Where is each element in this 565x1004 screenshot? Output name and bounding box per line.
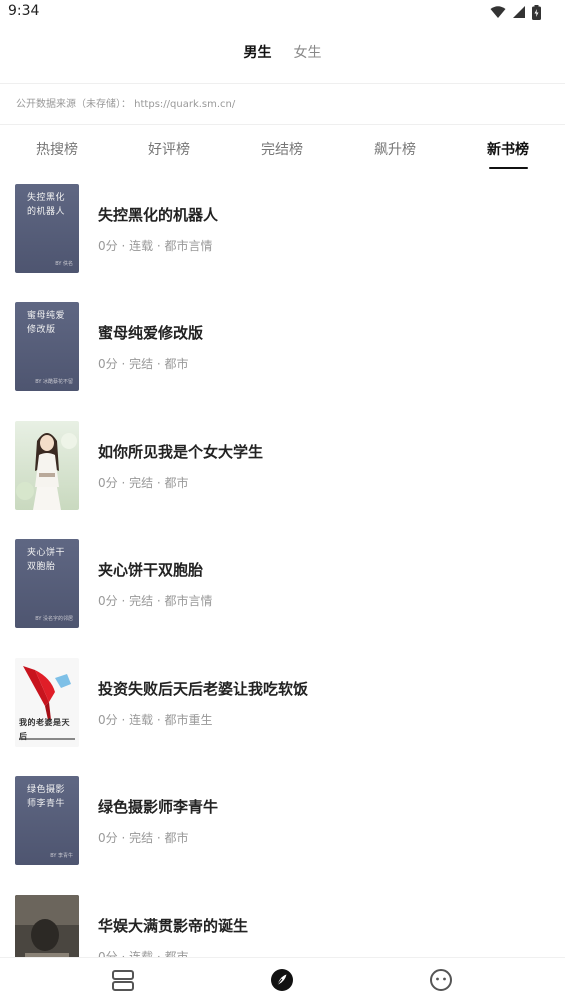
book-meta: 0分 · 完结 · 都市: [98, 831, 189, 845]
data-source-note: 公开数据来源（未存储）： https://quark.sm.cn/: [16, 99, 236, 110]
book-title: 绿色摄影师李青牛: [98, 798, 219, 816]
book-meta: 0分 · 完结 · 都市: [98, 357, 189, 371]
book-meta: 0分 · 连载 · 都市重生: [98, 713, 213, 727]
nav-profile[interactable]: [427, 966, 455, 994]
book-cover: 蜜母纯爱修改版 BY 冰酷蔡花不留: [15, 302, 79, 391]
bookshelf-icon: [112, 970, 134, 991]
status-bar: 9:34: [0, 0, 565, 24]
rank-tabs: 热搜榜 好评榜 完结榜 飙升榜 新书榜: [0, 127, 565, 172]
profile-face-icon: [430, 969, 452, 991]
book-item[interactable]: 蜜母纯爱修改版 BY 冰酷蔡花不留 蜜母纯爱修改版 0分 · 完结 · 都市: [0, 294, 565, 412]
tab-completed[interactable]: 完结榜: [261, 139, 303, 159]
book-cover: 夹心饼干双胞胎 BY 没名字的邻居: [15, 539, 79, 628]
tab-female[interactable]: 女生: [294, 38, 322, 68]
status-icons: [490, 4, 541, 20]
bottom-nav: [0, 957, 565, 1004]
cover-title: 我的老婆是天后: [19, 718, 70, 741]
cover-title: 绿色摄影师李青牛: [27, 785, 66, 809]
nav-discover[interactable]: [268, 966, 296, 994]
book-cover-illustration: 我的老婆是天后: [15, 658, 79, 747]
book-title: 蜜母纯爱修改版: [98, 324, 204, 342]
book-item[interactable]: 夹心饼干双胞胎 BY 没名字的邻居 夹心饼干双胞胎 0分 · 完结 · 都市言情: [0, 531, 565, 649]
book-cover: 失控黑化的机器人 BY 佚名: [15, 184, 79, 273]
gender-tabs: 男生 女生: [0, 38, 565, 68]
cover-author: BY 佚名: [55, 261, 73, 267]
cover-author: BY 冰酷蔡花不留: [35, 379, 73, 385]
cover-author: BY 没名字的邻居: [35, 616, 73, 622]
tab-hot-search[interactable]: 热搜榜: [36, 139, 78, 159]
book-cover-illustration: [15, 421, 79, 510]
cover-title: 蜜母纯爱修改版: [27, 311, 66, 335]
book-title: 投资失败后天后老婆让我吃软饭: [98, 680, 309, 698]
nav-bookshelf[interactable]: [109, 966, 137, 994]
tab-male[interactable]: 男生: [244, 38, 272, 68]
dark-scene-icon: [15, 895, 79, 957]
book-item[interactable]: 失控黑化的机器人 BY 佚名 失控黑化的机器人 0分 · 连载 · 都市言情: [0, 176, 565, 294]
tab-rising[interactable]: 飙升榜: [374, 139, 416, 159]
battery-icon: [532, 4, 541, 20]
book-title: 失控黑化的机器人: [98, 206, 219, 224]
active-tab-indicator: [489, 167, 528, 169]
tab-top-rated[interactable]: 好评榜: [148, 139, 190, 159]
cover-title: 夹心饼干双胞胎: [27, 548, 66, 572]
book-meta: 0分 · 完结 · 都市: [98, 476, 189, 490]
book-title: 华娱大满贯影帝的诞生: [98, 917, 249, 935]
status-time: 9:34: [8, 3, 40, 19]
tab-new-books[interactable]: 新书榜: [487, 139, 529, 159]
discover-compass-icon: [271, 969, 293, 991]
book-meta: 0分 · 完结 · 都市言情: [98, 594, 213, 608]
book-title: 如你所见我是个女大学生: [98, 443, 264, 461]
source-divider: [0, 124, 565, 125]
book-cover-illustration: [15, 895, 79, 957]
book-item[interactable]: 华娱大满贯影帝的诞生 0分 · 连载 · 都市: [0, 887, 565, 957]
book-item[interactable]: 我的老婆是天后 投资失败后天后老婆让我吃软饭 0分 · 连载 · 都市重生: [0, 650, 565, 768]
book-meta: 0分 · 连载 · 都市言情: [98, 239, 213, 253]
cover-author: BY 李青牛: [50, 853, 73, 859]
book-title: 夹心饼干双胞胎: [98, 561, 204, 579]
header-divider: [0, 83, 565, 84]
book-meta: 0分 · 连载 · 都市: [98, 950, 189, 957]
book-cover: 绿色摄影师李青牛 BY 李青牛: [15, 776, 79, 865]
book-item[interactable]: 绿色摄影师李青牛 BY 李青牛 绿色摄影师李青牛 0分 · 完结 · 都市: [0, 768, 565, 886]
wifi-icon: [490, 6, 506, 18]
cover-title: 失控黑化的机器人: [27, 193, 66, 217]
book-list: 失控黑化的机器人 BY 佚名 失控黑化的机器人 0分 · 连载 · 都市言情 蜜…: [0, 176, 565, 957]
girl-illustration-icon: [15, 421, 79, 510]
book-item[interactable]: 如你所见我是个女大学生 0分 · 完结 · 都市: [0, 413, 565, 531]
signal-icon: [513, 6, 525, 18]
